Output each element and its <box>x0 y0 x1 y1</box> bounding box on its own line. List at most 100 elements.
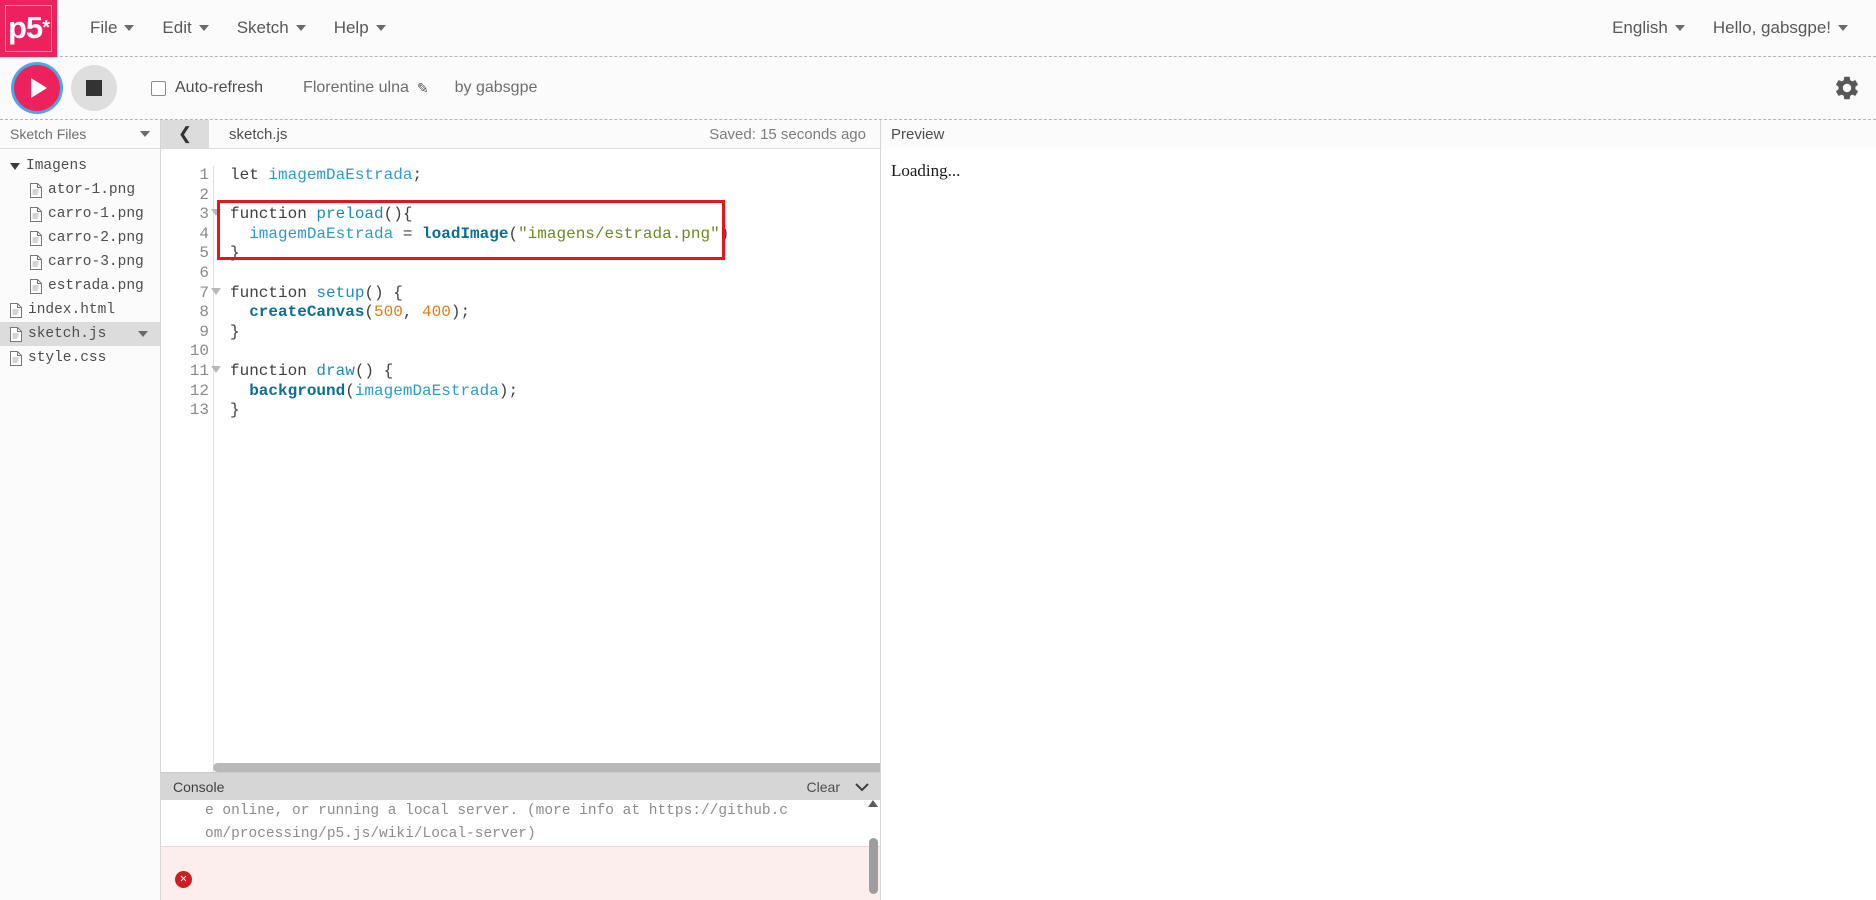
code-token: background <box>249 381 346 400</box>
line-number: 3 <box>161 205 221 225</box>
code-line: function preload(){ <box>230 205 880 225</box>
console-messages[interactable]: e online, or running a local server. (mo… <box>161 800 880 900</box>
code-token: 500 <box>374 303 403 322</box>
file-label: index.html <box>28 302 116 318</box>
file-tree-item-ator-1-png[interactable]: ator-1.png <box>0 178 160 202</box>
file-options-icon[interactable] <box>138 331 148 337</box>
code-token: createCanvas <box>249 303 365 322</box>
fold-triangle-icon[interactable] <box>211 209 221 217</box>
file-label: estrada.png <box>48 278 144 294</box>
pencil-icon[interactable]: ✎ <box>417 80 429 97</box>
code-token: ( <box>508 224 519 243</box>
triangle-down-icon <box>10 162 20 170</box>
nav-file[interactable]: File <box>76 0 148 57</box>
language-selector[interactable]: English <box>1598 0 1699 57</box>
code-token: ); <box>450 303 471 322</box>
line-number: 10 <box>189 342 209 361</box>
account-menu[interactable]: Hello, gabsgpe! <box>1699 0 1862 57</box>
file-icon <box>30 254 42 270</box>
file-label: carro-1.png <box>48 206 144 222</box>
collapse-console-icon[interactable] <box>854 780 869 794</box>
scrollbar-thumb[interactable] <box>213 763 880 772</box>
line-number: 6 <box>199 263 209 282</box>
p5-web-editor: p5 * File Edit Sketch Help English Hello… <box>0 0 1876 900</box>
file-label: carro-3.png <box>48 254 144 270</box>
preview-loading-text: Loading... <box>891 161 961 180</box>
code-token: (){ <box>383 205 413 224</box>
sidebar: Sketch Files Imagens ator-1.png carro-1.… <box>0 120 161 900</box>
file-tree: Imagens ator-1.png carro-1.png carro-2.p… <box>0 149 160 370</box>
stop-button[interactable] <box>71 65 117 111</box>
file-tree-item-estrada-png[interactable]: estrada.png <box>0 274 160 298</box>
sidebar-title: Sketch Files <box>10 126 87 142</box>
code-token: ( <box>345 381 355 400</box>
editor-horizontal-scrollbar[interactable] <box>213 763 880 772</box>
nav-sketch-label: Sketch <box>236 18 289 37</box>
code-token: } <box>230 401 240 420</box>
code-content[interactable]: let imagemDaEstrada; function preload(){… <box>213 166 880 772</box>
code-token: function <box>230 361 317 380</box>
error-icon: ✕ <box>175 871 192 888</box>
fold-triangle-icon[interactable] <box>211 287 221 295</box>
code-token: } <box>230 244 240 263</box>
scrollbar-thumb[interactable] <box>869 838 878 894</box>
nav-file-label: File <box>90 18 118 37</box>
console-error-message[interactable]: ✕ Event {isTrusted: true, type: "error",… <box>161 846 880 900</box>
sketch-author: by gabsgpe <box>454 79 538 96</box>
line-number: 9 <box>199 322 209 341</box>
code-token: } <box>230 322 240 341</box>
chevron-down-icon <box>1674 25 1685 31</box>
collapse-sidebar-button[interactable]: ❮ <box>161 119 209 149</box>
file-tree-item-carro-3-png[interactable]: carro-3.png <box>0 250 160 274</box>
file-label: sketch.js <box>28 326 107 342</box>
file-tree-item-style-css[interactable]: style.css <box>0 346 160 370</box>
line-number-gutter: 1 2 3 4 5 6 7 8 9 10 11 12 13 <box>161 166 221 772</box>
code-token: "imagens/estrada.png" <box>518 224 720 243</box>
sidebar-header[interactable]: Sketch Files <box>0 120 160 149</box>
code-line: background(imagemDaEstrada); <box>230 382 880 402</box>
scroll-up-icon[interactable] <box>868 800 878 807</box>
code-token: 400 <box>422 303 451 322</box>
file-tree-item-sketch-js[interactable]: sketch.js <box>0 322 160 346</box>
checkbox-icon[interactable] <box>151 80 166 96</box>
editor-body: Sketch Files Imagens ator-1.png carro-1.… <box>0 119 1876 900</box>
sketch-name-text: Florentine ulna <box>303 79 409 96</box>
nav-help-label: Help <box>333 18 369 37</box>
file-icon <box>10 326 22 342</box>
play-button[interactable] <box>14 65 60 111</box>
sketch-name-field[interactable]: Florentine ulna ✎ <box>303 79 429 97</box>
console-message: om/processing/p5.js/wiki/Local-server) <box>205 826 536 842</box>
nav-edit[interactable]: Edit <box>148 0 222 57</box>
file-tree-item-carro-1-png[interactable]: carro-1.png <box>0 202 160 226</box>
code-token: setup <box>316 283 365 302</box>
active-file-tab[interactable]: sketch.js <box>229 126 287 143</box>
nav-help[interactable]: Help <box>320 0 400 57</box>
file-tree-folder-imagens[interactable]: Imagens <box>0 154 160 178</box>
auto-refresh-toggle[interactable]: Auto-refresh <box>151 79 263 97</box>
line-number: 4 <box>199 224 209 243</box>
chevron-down-icon[interactable] <box>140 131 150 137</box>
sketch-toolbar: Auto-refresh Florentine ulna ✎ by gabsgp… <box>0 57 1876 120</box>
file-tree-item-index-html[interactable]: index.html <box>0 298 160 322</box>
clear-console-button[interactable]: Clear <box>807 779 840 795</box>
file-label: style.css <box>28 350 107 366</box>
file-icon <box>10 302 22 318</box>
code-token: imagemDaEstrada <box>268 166 413 184</box>
console-header: Console Clear <box>161 773 880 800</box>
chevron-down-icon <box>1838 25 1848 31</box>
file-icon <box>30 278 42 294</box>
chevron-down-icon <box>198 25 209 31</box>
code-editor[interactable]: 1 2 3 4 5 6 7 8 9 10 11 12 13 let imagem… <box>161 149 880 772</box>
nav-sketch[interactable]: Sketch <box>223 0 320 57</box>
fold-triangle-icon[interactable] <box>211 365 221 373</box>
console-scrollbar[interactable] <box>868 800 878 900</box>
p5-logo[interactable]: p5 * <box>0 0 57 57</box>
code-line: } <box>230 323 880 343</box>
chevron-down-icon <box>295 25 306 31</box>
file-tree-item-carro-2-png[interactable]: carro-2.png <box>0 226 160 250</box>
file-icon <box>10 350 22 366</box>
settings-button[interactable] <box>1826 67 1868 109</box>
code-line: let imagemDaEstrada; <box>230 166 880 186</box>
play-icon <box>31 78 47 98</box>
